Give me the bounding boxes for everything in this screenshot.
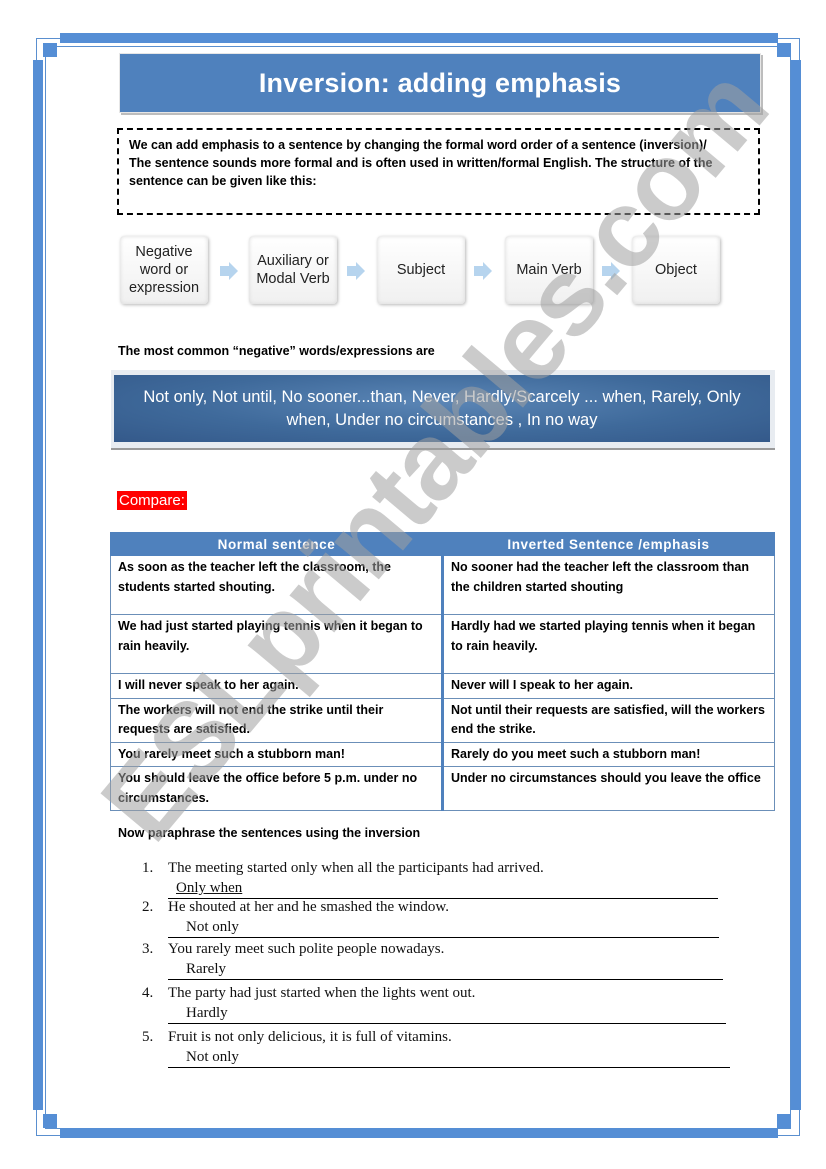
negative-words-banner: Not only, Not until, No sooner...than, N… <box>111 370 775 448</box>
table-row: The workers will not end the strike unti… <box>110 697 775 743</box>
exercise-sentence: The party had just started when the ligh… <box>168 985 476 1001</box>
answer-line[interactable]: Rarely <box>168 961 723 980</box>
table-header-row: Normal sentence Inverted Sentence /empha… <box>110 532 775 556</box>
answer-prompt: Hardly <box>186 1005 228 1021</box>
exercise-number: 1. <box>142 860 154 876</box>
negative-words-heading: The most common “negative” words/express… <box>118 344 435 358</box>
inverted-sentence: Under no circumstances should you leave … <box>442 766 775 811</box>
inverted-sentence: No sooner had the teacher left the class… <box>442 555 775 615</box>
intro-line-1: We can add emphasis to a sentence by cha… <box>129 138 707 152</box>
exercise-sentence: He shouted at her and he smashed the win… <box>168 899 450 915</box>
intro-box: We can add emphasis to a sentence by cha… <box>117 128 760 215</box>
answer-line[interactable]: Not only <box>168 1049 730 1068</box>
page-border-bottom <box>60 1128 778 1138</box>
header-normal: Normal sentence <box>110 532 443 556</box>
answer-prompt: Not only <box>186 1049 239 1065</box>
exercise-sentence: Fruit is not only delicious, it is full … <box>168 1029 452 1045</box>
normal-sentence: I will never speak to her again. <box>110 673 444 699</box>
title-banner: Inversion: adding emphasis <box>119 53 761 113</box>
answer-line[interactable]: Not only <box>168 919 719 938</box>
compare-table: Normal sentence Inverted Sentence /empha… <box>110 532 775 811</box>
table-row: We had just started playing tennis when … <box>110 614 775 674</box>
answer-prompt: Only when <box>176 880 243 896</box>
inverted-sentence: Never will I speak to her again. <box>442 673 775 699</box>
exercise-number: 2. <box>142 899 154 915</box>
flow-step-auxiliary: Auxiliary or Modal Verb <box>249 236 337 304</box>
table-row: I will never speak to her again. Never w… <box>110 673 775 699</box>
inverted-sentence: Hardly had we started playing tennis whe… <box>442 614 775 674</box>
flow-step-main-verb: Main Verb <box>505 236 593 304</box>
inverted-sentence: Not until their requests are satisfied, … <box>442 697 775 743</box>
table-row: You rarely meet such a stubborn man! Rar… <box>110 741 775 767</box>
flow-step-negative: Negative word or expression <box>120 236 208 304</box>
answer-prompt: Not only <box>186 919 239 935</box>
normal-sentence: The workers will not end the strike unti… <box>110 697 444 743</box>
page-border-corner <box>777 43 791 57</box>
answer-prompt: Rarely <box>186 961 226 977</box>
answer-line[interactable]: Hardly <box>168 1005 726 1024</box>
compare-label: Compare: <box>117 491 187 510</box>
flow-step-object: Object <box>632 236 720 304</box>
page-border-top <box>60 33 778 43</box>
page-border-corner <box>777 1114 791 1128</box>
page-border-corner <box>43 43 57 57</box>
normal-sentence: You rarely meet such a stubborn man! <box>110 741 444 767</box>
page-border-right <box>791 60 801 1110</box>
negative-words-list: Not only, Not until, No sooner...than, N… <box>114 375 770 442</box>
table-row: You should leave the office before 5 p.m… <box>110 766 775 811</box>
normal-sentence: As soon as the teacher left the classroo… <box>110 555 444 615</box>
answer-line[interactable]: Only when <box>168 880 718 899</box>
exercise-number: 3. <box>142 941 154 957</box>
header-inverted: Inverted Sentence /emphasis <box>442 532 775 556</box>
page-border-corner <box>43 1114 57 1128</box>
structure-flow: Negative word or expression Auxiliary or… <box>120 236 730 304</box>
table-row: As soon as the teacher left the classroo… <box>110 555 775 615</box>
page-title: Inversion: adding emphasis <box>258 67 622 98</box>
exercise-heading: Now paraphrase the sentences using the i… <box>118 826 421 840</box>
page-border-left <box>33 60 43 1110</box>
exercise-sentence: The meeting started only when all the pa… <box>168 860 544 876</box>
exercise-number: 4. <box>142 985 154 1001</box>
normal-sentence: We had just started playing tennis when … <box>110 614 444 674</box>
exercise-sentence: You rarely meet such polite people nowad… <box>168 941 445 957</box>
intro-line-2: The sentence sounds more formal and is o… <box>129 156 713 188</box>
flow-step-subject: Subject <box>377 236 465 304</box>
inverted-sentence: Rarely do you meet such a stubborn man! <box>442 741 775 767</box>
exercise-number: 5. <box>142 1029 154 1045</box>
normal-sentence: You should leave the office before 5 p.m… <box>110 766 444 811</box>
